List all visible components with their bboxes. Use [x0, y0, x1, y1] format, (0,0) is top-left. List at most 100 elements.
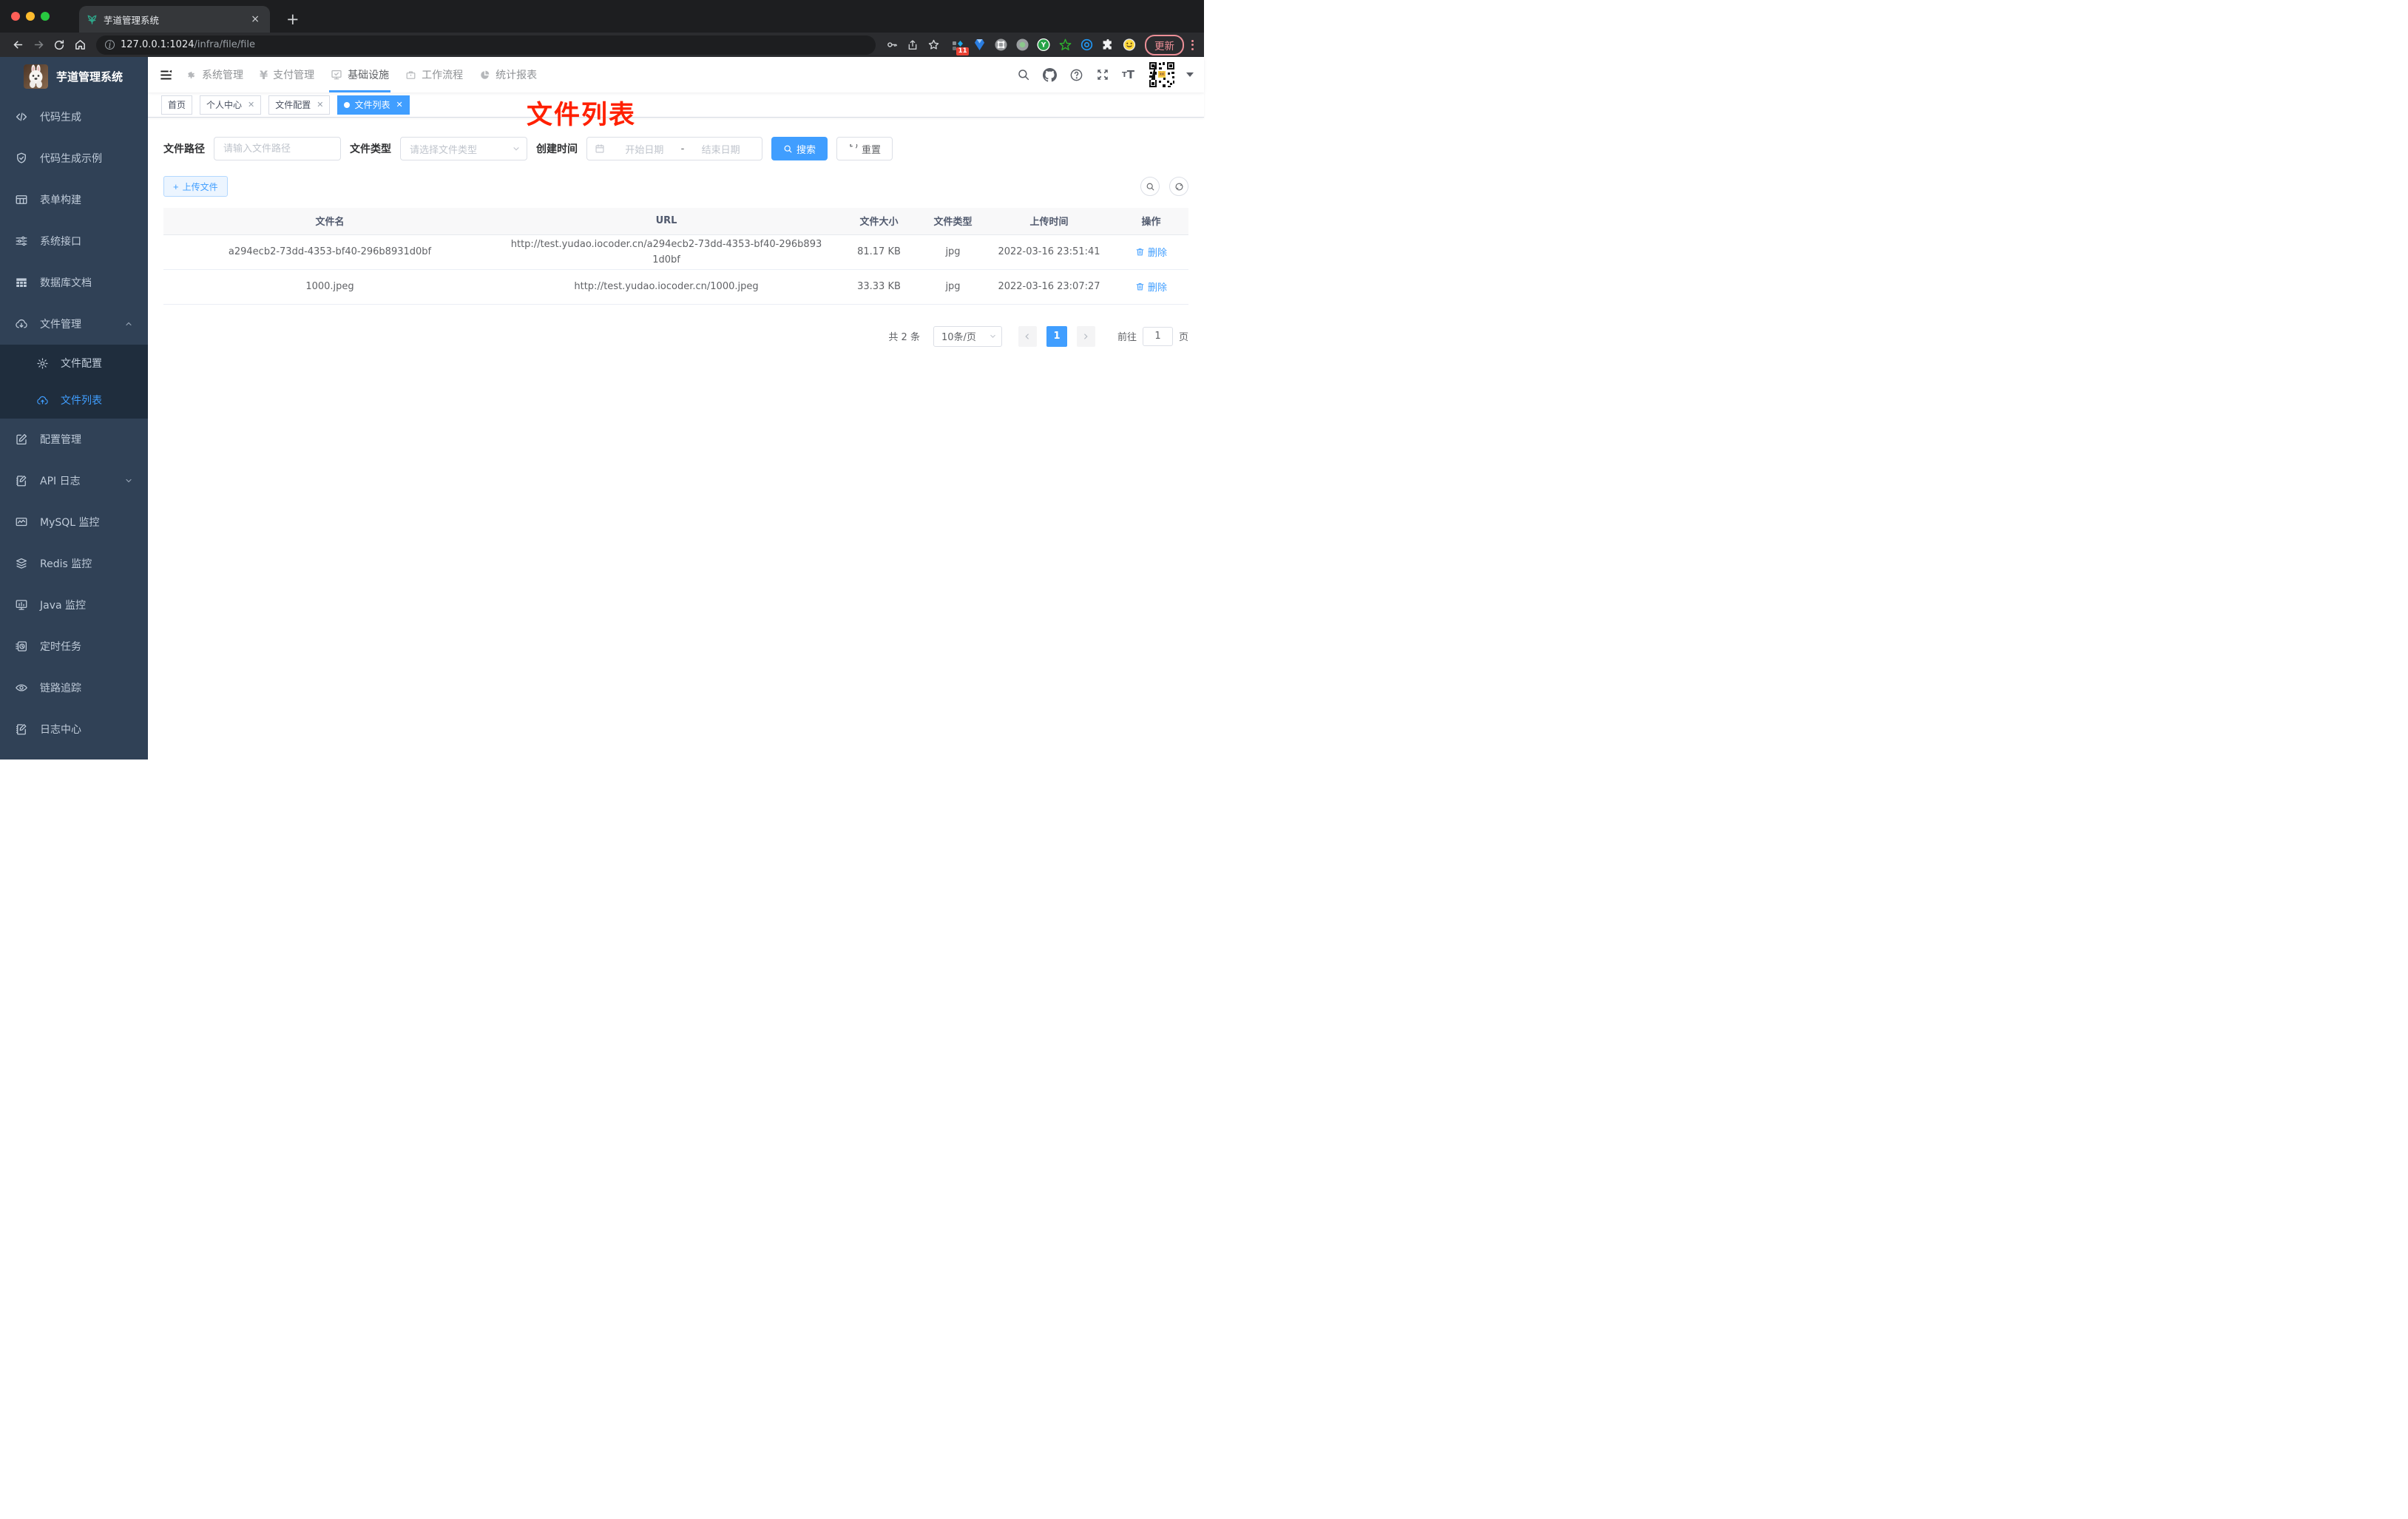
form-grid-icon	[15, 193, 28, 206]
extension-emoji-icon[interactable]	[1123, 38, 1136, 52]
topnav-item-infra[interactable]: 基础设施	[322, 57, 397, 92]
minimize-window-button[interactable]	[26, 12, 35, 21]
tag-home[interactable]: 首页	[161, 95, 193, 115]
password-key-icon[interactable]	[882, 35, 902, 55]
forward-icon[interactable]	[28, 35, 49, 55]
home-icon[interactable]	[70, 35, 90, 55]
topnav-item-system[interactable]: 系统管理	[177, 57, 251, 92]
sidebar-item-system-api[interactable]: 系统接口	[0, 220, 148, 262]
sidebar-item-code-gen[interactable]: 代码生成	[0, 96, 148, 138]
delete-button[interactable]: 删除	[1135, 245, 1167, 259]
tag-label: 文件列表	[354, 100, 390, 110]
tag-profile[interactable]: 个人中心 ✕	[200, 95, 262, 115]
sidebar-item-redis[interactable]: Redis 监控	[0, 543, 148, 584]
extension-y-icon[interactable]: Y	[1037, 38, 1050, 52]
sidebar-item-job[interactable]: 定时任务	[0, 626, 148, 667]
delete-label: 删除	[1147, 282, 1167, 294]
file-path-input[interactable]	[214, 137, 341, 160]
monitor-check-icon	[331, 69, 342, 81]
svg-text:Y: Y	[1041, 42, 1046, 50]
cell-upload-time: 2022-03-16 23:07:27	[984, 269, 1114, 305]
tab-close-icon[interactable]: ×	[248, 13, 263, 25]
cell-file-type: jpg	[921, 269, 984, 305]
site-info-icon[interactable]: i	[105, 40, 115, 50]
sidebar-item-form-builder[interactable]: 表单构建	[0, 179, 148, 220]
delete-button[interactable]: 删除	[1135, 280, 1167, 294]
extension-gem-icon[interactable]	[973, 38, 986, 52]
topnav-item-pay[interactable]: ¥ 支付管理	[251, 57, 322, 92]
bookmark-star-icon[interactable]	[923, 35, 944, 55]
sidebar-item-mysql[interactable]: MySQL 监控	[0, 501, 148, 543]
sidebar-item-config-manage[interactable]: 配置管理	[0, 419, 148, 460]
file-type-select[interactable]: 请选择文件类型	[400, 137, 527, 160]
current-page-button[interactable]: 1	[1046, 325, 1067, 347]
user-avatar-qr[interactable]	[1147, 60, 1177, 89]
browser-tabstrip: 芋道管理系统 × +	[0, 0, 1204, 33]
url-bar[interactable]: i 127.0.0.1:1024/infra/file/file	[96, 35, 876, 55]
chrome-update-button[interactable]: 更新	[1145, 34, 1184, 55]
sidebar-item-file-manage[interactable]: 文件管理	[0, 303, 148, 345]
refresh-table-button[interactable]	[1169, 177, 1188, 196]
sidebar-item-log-center[interactable]: 日志中心	[0, 708, 148, 750]
extension-eye-icon[interactable]	[1080, 38, 1093, 52]
sidebar-logo[interactable]: 芋道管理系统	[0, 57, 148, 96]
gear-icon	[186, 70, 197, 81]
search-icon[interactable]	[1017, 68, 1030, 81]
col-actions: 操作	[1114, 208, 1188, 235]
sidebar-item-api-log[interactable]: API 日志	[0, 460, 148, 501]
prev-page-button[interactable]	[1018, 325, 1037, 347]
help-icon[interactable]	[1069, 68, 1083, 82]
extension-command-icon[interactable]	[994, 38, 1007, 52]
goto-label: 前往	[1117, 332, 1137, 343]
topnav-item-report[interactable]: 统计报表	[471, 57, 545, 92]
sidebar-item-db-doc[interactable]: 数据库文档	[0, 262, 148, 303]
browser-menu-icon[interactable]	[1188, 39, 1197, 50]
tag-file-config[interactable]: 文件配置 ✕	[268, 95, 331, 115]
reload-icon[interactable]	[49, 35, 70, 55]
sidebar-item-file-config[interactable]: 文件配置	[0, 345, 148, 382]
sidebar-fold-icon[interactable]	[159, 68, 173, 82]
browser-tab[interactable]: 芋道管理系统 ×	[79, 6, 270, 33]
cell-file-type: jpg	[921, 234, 984, 270]
reset-button[interactable]: 重置	[836, 137, 893, 160]
avatar-caret-down-icon[interactable]	[1186, 72, 1194, 77]
extension-badge: 11	[956, 47, 969, 55]
next-page-button[interactable]	[1076, 325, 1095, 347]
extension-grid-icon[interactable]: 11	[951, 38, 969, 55]
sidebar-item-java[interactable]: Java 监控	[0, 584, 148, 626]
schedule-icon	[15, 640, 28, 653]
topnav-item-workflow[interactable]: 工作流程	[397, 57, 471, 92]
extension-dot-icon[interactable]	[1015, 38, 1029, 52]
sidebar-item-label: Java 监控	[40, 600, 87, 612]
sidebar-item-trace[interactable]: 链路追踪	[0, 667, 148, 708]
share-icon[interactable]	[902, 35, 923, 55]
font-size-icon[interactable]: TT	[1122, 68, 1134, 81]
active-dot	[344, 101, 351, 108]
close-window-button[interactable]	[11, 12, 20, 21]
sidebar-item-code-demo[interactable]: 代码生成示例	[0, 138, 148, 179]
toggle-search-button[interactable]	[1140, 177, 1160, 196]
page-size-select[interactable]: 10条/页	[933, 325, 1002, 347]
tag-close-icon[interactable]: ✕	[246, 100, 254, 109]
app-title: 芋道管理系统	[56, 70, 124, 84]
back-icon[interactable]	[7, 35, 28, 55]
new-tab-button[interactable]: +	[282, 10, 304, 28]
goto-page-input[interactable]	[1142, 326, 1173, 346]
tag-close-icon[interactable]: ✕	[395, 100, 403, 109]
chevron-down-icon	[124, 476, 133, 485]
sidebar-item-label: 代码生成示例	[40, 153, 102, 165]
search-button[interactable]: 搜索	[771, 137, 828, 160]
tag-label: 个人中心	[206, 100, 243, 110]
sidebar-item-file-list[interactable]: 文件列表	[0, 382, 148, 419]
github-icon[interactable]	[1042, 67, 1057, 82]
date-range-picker[interactable]: 开始日期 - 结束日期	[586, 137, 762, 160]
extension-puzzle-icon[interactable]	[1101, 38, 1115, 52]
tag-close-icon[interactable]: ✕	[315, 100, 323, 109]
tag-file-list[interactable]: 文件列表 ✕	[337, 95, 410, 115]
fullscreen-icon[interactable]	[1096, 68, 1109, 81]
extension-star-icon[interactable]	[1058, 38, 1072, 52]
create-time-label: 创建时间	[536, 143, 578, 155]
sidebar-item-label: 配置管理	[40, 434, 81, 446]
maximize-window-button[interactable]	[41, 12, 50, 21]
upload-file-button[interactable]: + 上传文件	[163, 176, 228, 197]
